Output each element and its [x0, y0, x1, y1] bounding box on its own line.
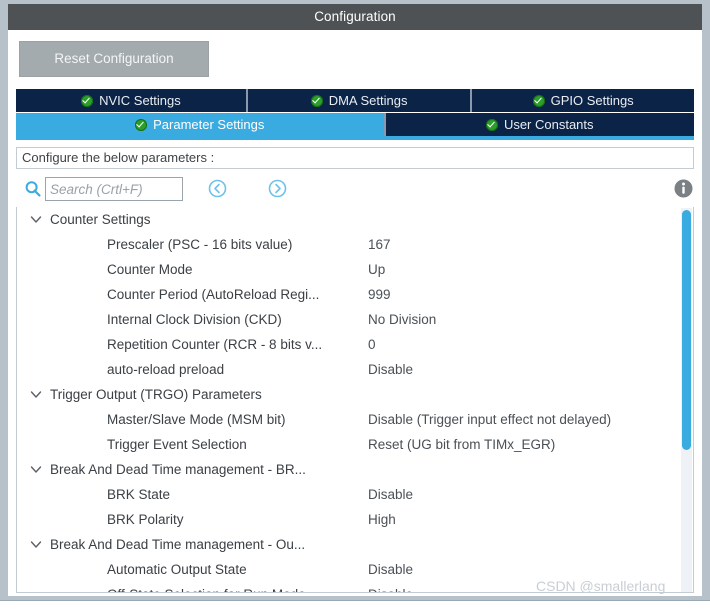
- parameter-name: BRK Polarity: [107, 512, 184, 527]
- tree-parameter-row[interactable]: Counter Period (AutoReload Regi... 999: [17, 282, 693, 307]
- tab-label: User Constants: [503, 117, 594, 132]
- tab-row-secondary: Parameter Settings User Constants: [16, 113, 694, 136]
- info-icon[interactable]: [674, 179, 693, 198]
- tree-group-row[interactable]: Trigger Output (TRGO) Parameters: [17, 382, 693, 407]
- tree-parameter-row[interactable]: auto-reload preload Disable: [17, 357, 693, 382]
- search-toolbar: [16, 171, 694, 207]
- vertical-scrollbar-thumb[interactable]: [682, 210, 691, 450]
- green-check-icon: [81, 94, 94, 107]
- parameter-value[interactable]: 999: [368, 282, 391, 307]
- parameter-value[interactable]: Up: [368, 257, 385, 282]
- parameter-value[interactable]: Disable: [368, 582, 413, 592]
- tree-parameter-row[interactable]: BRK State Disable: [17, 482, 693, 507]
- parameter-name: Off-State Selection for Run Mode: [107, 582, 306, 592]
- window-bottom-strip: [0, 600, 710, 611]
- tree-parameter-row[interactable]: Counter Mode Up: [17, 257, 693, 282]
- parameter-name: Counter Period (AutoReload Regi...: [107, 287, 320, 302]
- tree-parameter-row[interactable]: Master/Slave Mode (MSM bit) Disable (Trig…: [17, 407, 693, 432]
- instruction-text: Configure the below parameters :: [16, 147, 694, 169]
- chevron-down-icon[interactable]: [29, 382, 43, 407]
- tree-parameter-row[interactable]: BRK Polarity High: [17, 507, 693, 532]
- parameter-value[interactable]: Disable: [368, 482, 413, 507]
- tree-parameter-row[interactable]: Repetition Counter (RCR - 8 bits v... 0: [17, 332, 693, 357]
- parameter-tree-panel: Counter Settings Prescaler (PSC - 16 bits…: [16, 207, 694, 593]
- tree-group-label: Break And Dead Time management - BR...: [50, 462, 306, 477]
- tree-group-row[interactable]: Break And Dead Time management - Ou...: [17, 532, 693, 557]
- active-tab-underline: [16, 136, 694, 140]
- window-title: Configuration: [8, 4, 702, 30]
- chevron-left-circle-icon[interactable]: [208, 179, 227, 198]
- tab-label: NVIC Settings: [99, 93, 181, 108]
- configuration-window-frame: Configuration Reset Configuration NVIC S…: [0, 0, 710, 611]
- tab-nvic-settings[interactable]: NVIC Settings: [16, 89, 248, 112]
- tree-group-row[interactable]: Counter Settings: [17, 207, 693, 232]
- parameter-name: auto-reload preload: [107, 362, 225, 377]
- parameter-name: Repetition Counter (RCR - 8 bits v...: [107, 337, 323, 352]
- toolbar: Reset Configuration: [8, 30, 702, 88]
- tree-parameter-row[interactable]: Trigger Event Selection Reset (UG bit fro…: [17, 432, 693, 457]
- parameter-value[interactable]: High: [368, 507, 396, 532]
- tree-parameter-row[interactable]: Automatic Output State Disable: [17, 557, 693, 582]
- parameter-name: Internal Clock Division (CKD): [107, 312, 282, 327]
- tab-dma-settings[interactable]: DMA Settings: [247, 89, 473, 112]
- parameter-name: Prescaler (PSC - 16 bits value): [107, 237, 293, 252]
- tab-user-constants[interactable]: User Constants: [385, 113, 694, 136]
- tab-label: GPIO Settings: [550, 93, 634, 108]
- parameter-name: Master/Slave Mode (MSM bit): [107, 412, 286, 427]
- reset-configuration-button[interactable]: Reset Configuration: [20, 42, 208, 76]
- parameter-value[interactable]: 167: [368, 232, 391, 257]
- green-check-icon: [485, 118, 498, 131]
- tab-row-primary: NVIC Settings DMA Settings GPIO Settings: [16, 89, 694, 112]
- parameter-value[interactable]: Disable: [368, 357, 413, 382]
- parameter-value[interactable]: No Division: [368, 307, 436, 332]
- parameter-value[interactable]: 0: [368, 332, 376, 357]
- configuration-window: Configuration Reset Configuration NVIC S…: [8, 4, 702, 596]
- chevron-down-icon[interactable]: [29, 532, 43, 557]
- tree-parameter-row[interactable]: Prescaler (PSC - 16 bits value) 167: [17, 232, 693, 257]
- tree-group-label: Break And Dead Time management - Ou...: [50, 537, 306, 552]
- parameter-name: BRK State: [107, 487, 171, 502]
- parameter-value[interactable]: Disable (Trigger input effect not delaye…: [368, 407, 611, 432]
- search-icon: [24, 180, 42, 198]
- chevron-right-circle-icon[interactable]: [268, 179, 287, 198]
- parameter-value[interactable]: Disable: [368, 557, 413, 582]
- parameter-value[interactable]: Reset (UG bit from TIMx_EGR): [368, 432, 555, 457]
- tree-group-label: Trigger Output (TRGO) Parameters: [50, 387, 262, 402]
- tab-parameter-settings[interactable]: Parameter Settings: [16, 113, 386, 136]
- parameter-name: Counter Mode: [107, 262, 193, 277]
- tree-group-row[interactable]: Break And Dead Time management - BR...: [17, 457, 693, 482]
- chevron-down-icon[interactable]: [29, 457, 43, 482]
- search-input[interactable]: [45, 177, 183, 201]
- tree-parameter-row[interactable]: Off-State Selection for Run Mode Disable: [17, 582, 693, 592]
- green-check-icon: [532, 94, 545, 107]
- tab-label: DMA Settings: [328, 93, 408, 108]
- green-check-icon: [135, 118, 148, 131]
- green-check-icon: [310, 94, 323, 107]
- tab-gpio-settings[interactable]: GPIO Settings: [472, 89, 694, 112]
- chevron-down-icon[interactable]: [29, 207, 43, 232]
- parameter-tree: Counter Settings Prescaler (PSC - 16 bits…: [17, 207, 693, 592]
- tab-label: Parameter Settings: [153, 117, 265, 132]
- parameter-name: Trigger Event Selection: [107, 437, 247, 452]
- tree-parameter-row[interactable]: Internal Clock Division (CKD) No Division: [17, 307, 693, 332]
- tree-group-label: Counter Settings: [50, 212, 151, 227]
- vertical-scrollbar-track[interactable]: [681, 208, 692, 592]
- parameter-name: Automatic Output State: [107, 562, 247, 577]
